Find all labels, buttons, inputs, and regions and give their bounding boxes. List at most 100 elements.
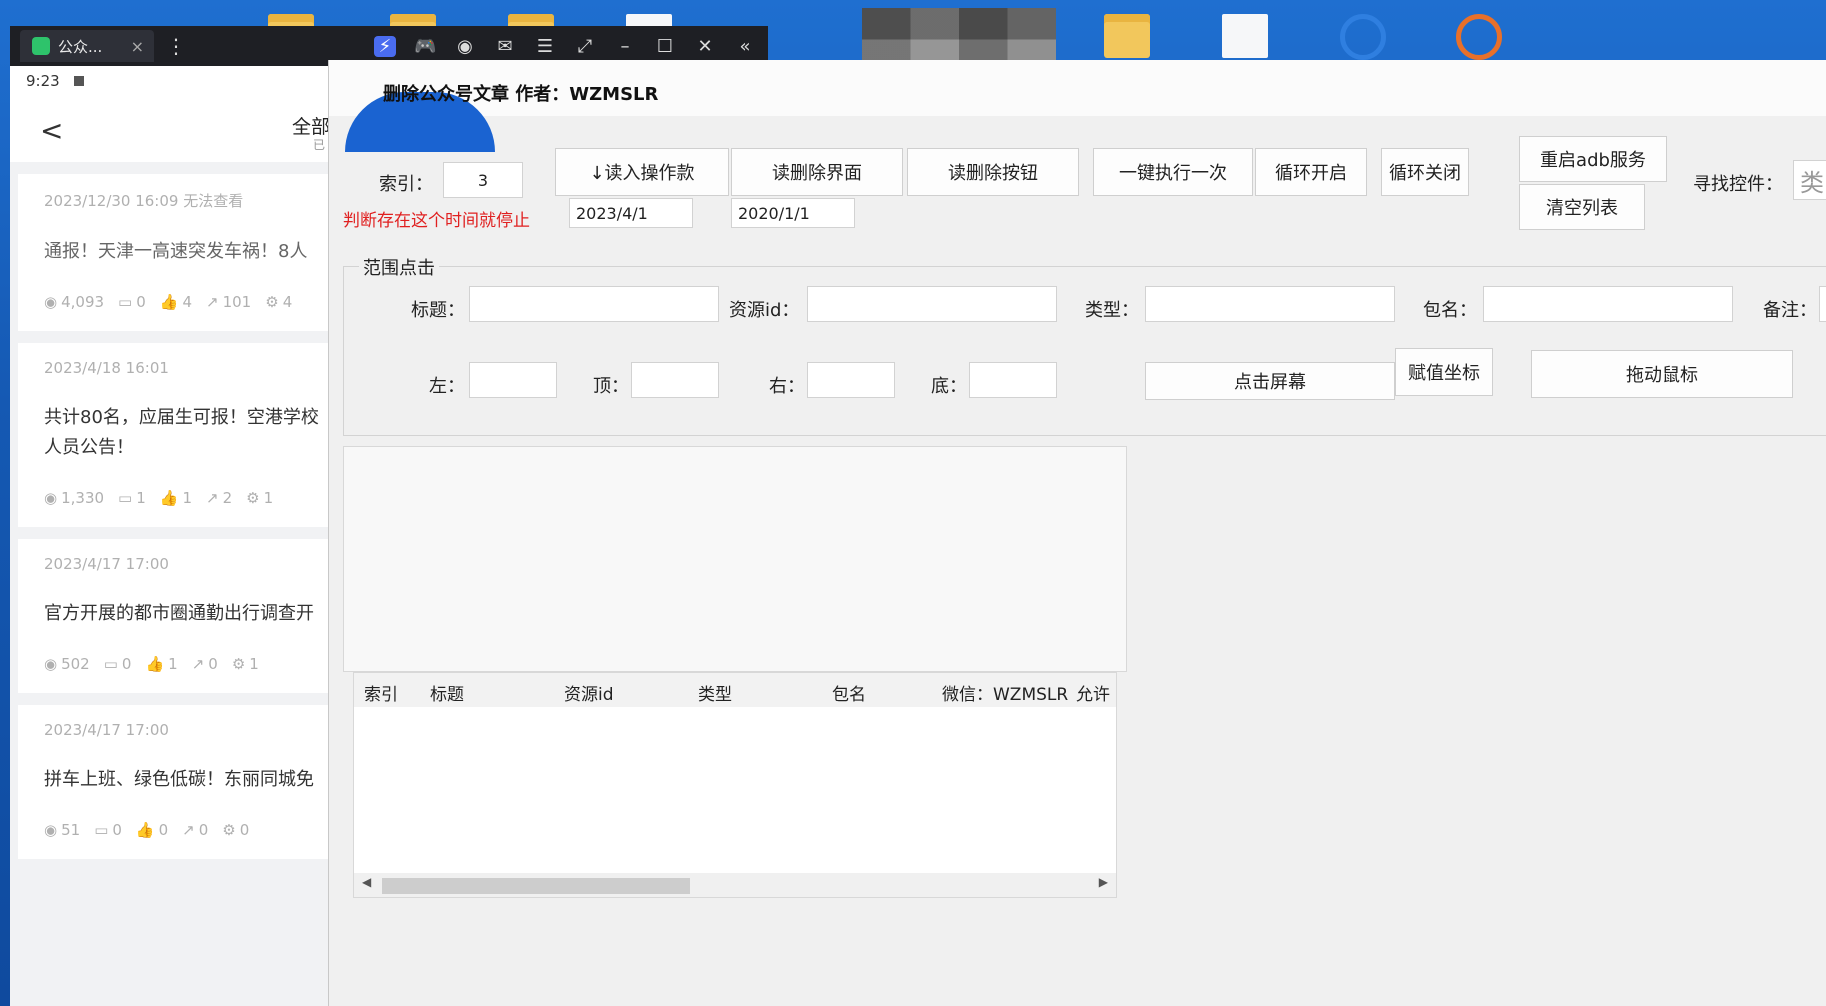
type-label: 类型：	[1085, 300, 1139, 321]
gear-icon: ⚙	[222, 821, 236, 839]
article-list-header: < 全部 已	[10, 96, 330, 162]
package-input[interactable]	[1483, 286, 1733, 322]
column-header[interactable]: 标题	[430, 680, 464, 705]
gear-icon: ⚙	[265, 293, 279, 311]
scroll-left-icon[interactable]: ◀	[362, 875, 371, 889]
horizontal-scrollbar[interactable]: ◀ ▶	[354, 873, 1116, 897]
like-icon: 👍	[159, 293, 179, 311]
preview-panel	[343, 446, 1127, 672]
share-icon: ↗	[191, 655, 205, 673]
comment-icon: ▭	[118, 489, 133, 507]
column-header[interactable]: 包名	[832, 680, 866, 705]
bottom-label: 底：	[931, 376, 967, 397]
gamepad-icon[interactable]: 🎮	[414, 36, 436, 57]
eye-icon: ◉	[44, 655, 58, 673]
column-header[interactable]: 资源id	[564, 680, 614, 705]
boost-icon[interactable]: ⚡	[374, 35, 396, 57]
column-header[interactable]: 微信：WZMSLR	[942, 680, 1068, 705]
maximize-icon[interactable]: ☐	[654, 36, 676, 57]
like-icon: 👍	[135, 821, 155, 839]
loop-on-button[interactable]: 循环开启	[1255, 148, 1367, 196]
article-date: 2023/4/18 16:01	[44, 359, 169, 377]
scrollbar-thumb[interactable]	[382, 878, 690, 894]
delete-articles-window: 删除公众号文章 作者：WZMSLR 索引： 3 判断存在这个时间就停止 2023…	[328, 60, 1826, 1006]
mail-icon[interactable]: ✉	[494, 36, 516, 57]
article-title[interactable]: 通报！天津一高速突发车祸！8人	[44, 237, 330, 267]
eye-icon: ◉	[44, 293, 58, 311]
collapse-icon[interactable]: «	[734, 36, 756, 57]
article-card[interactable]: 2023/4/18 16:01 共计80名，应届生可报！空港学校 人员公告！ ◉ 1…	[18, 343, 330, 527]
note-input[interactable]	[1819, 286, 1826, 322]
article-title[interactable]: 拼车上班、绿色低碳！东丽同城免	[44, 765, 330, 795]
wechat-app-icon	[32, 37, 50, 55]
minimize-icon[interactable]: –	[614, 36, 636, 57]
read-delete-ui-button[interactable]: 读删除界面	[731, 148, 903, 196]
note-label: 备注：	[1763, 300, 1817, 321]
eye-icon: ◉	[44, 821, 58, 839]
type-input[interactable]	[1145, 286, 1395, 322]
resource-id-label: 资源id：	[729, 300, 800, 321]
emulator-tab[interactable]: 公众... ×	[20, 30, 154, 62]
find-control-label: 寻找控件：	[1693, 174, 1783, 195]
close-icon[interactable]: ✕	[694, 36, 716, 57]
control-list[interactable]: 索引 标题 资源id 类型 包名 微信：WZMSLR 允许 ◀ ▶	[353, 672, 1117, 898]
stop-date-input[interactable]: 2023/4/1	[569, 198, 693, 228]
check-app-icon[interactable]	[1340, 14, 1386, 60]
resource-id-input[interactable]	[807, 286, 1057, 322]
like-icon: 👍	[145, 655, 165, 673]
article-stats: ◉ 502 ▭ 0 👍 1 ↗ 0 ⚙ 1	[44, 655, 259, 673]
close-icon[interactable]: ×	[131, 37, 144, 56]
title-label: 标题：	[411, 300, 465, 321]
run-once-button[interactable]: 一键执行一次	[1093, 148, 1253, 196]
title-input[interactable]	[469, 286, 719, 322]
scroll-right-icon[interactable]: ▶	[1099, 875, 1108, 889]
drag-mouse-button[interactable]: 拖动鼠标	[1531, 350, 1793, 398]
clear-list-button[interactable]: 清空列表	[1519, 184, 1645, 230]
column-header[interactable]: 类型	[698, 680, 732, 705]
menu-icon[interactable]: ☰	[534, 36, 556, 57]
start-date-input[interactable]: 2020/1/1	[731, 198, 855, 228]
user-icon[interactable]: ◉	[454, 36, 476, 57]
column-header[interactable]: 索引	[364, 680, 398, 705]
filter-all[interactable]: 全部	[292, 112, 330, 139]
phone-screen: 9:23 < 全部 已 2023/12/30 16:09 无法查看 通报！天津一…	[10, 66, 330, 1006]
bottom-input[interactable]	[969, 362, 1057, 398]
top-label: 顶：	[593, 376, 629, 397]
loop-off-button[interactable]: 循环关闭	[1381, 148, 1469, 196]
article-card[interactable]: 2023/12/30 16:09 无法查看 通报！天津一高速突发车祸！8人 ◉ 4…	[18, 174, 330, 331]
gear-icon: ⚙	[246, 489, 260, 507]
emulator-toolbar: ⚡ 🎮 ◉ ✉ ☰ ⤢ – ☐ ✕ «	[374, 35, 756, 57]
file-icon[interactable]	[1222, 14, 1268, 58]
article-card[interactable]: 2023/4/17 17:00 拼车上班、绿色低碳！东丽同城免 ◉ 51 ▭ 0 👍…	[18, 705, 330, 859]
article-card[interactable]: 2023/4/17 17:00 官方开展的都市圈通勤出行调查开 ◉ 502 ▭ 0 …	[18, 539, 330, 693]
article-date: 2023/4/17 17:00	[44, 555, 169, 573]
find-control-input[interactable]: 类	[1793, 160, 1826, 200]
right-input[interactable]	[807, 362, 895, 398]
click-screen-button[interactable]: 点击屏幕	[1145, 362, 1395, 400]
index-input[interactable]: 3	[443, 162, 523, 198]
gear-icon: ⚙	[231, 655, 246, 673]
article-title[interactable]: 官方开展的都市圈通勤出行调查开	[44, 599, 330, 629]
top-input[interactable]	[631, 362, 719, 398]
assign-coords-button[interactable]: 赋值坐标	[1395, 348, 1493, 396]
status-bar: 9:23	[10, 66, 330, 96]
share-icon: ↗	[206, 489, 219, 507]
eye-icon: ◉	[44, 489, 58, 507]
left-input[interactable]	[469, 362, 557, 398]
article-title[interactable]: 共计80名，应届生可报！空港学校 人员公告！	[44, 403, 330, 463]
restart-adb-button[interactable]: 重启adb服务	[1519, 136, 1667, 182]
article-date: 2023/4/17 17:00	[44, 721, 169, 739]
folder-icon[interactable]	[1104, 14, 1150, 58]
more-icon[interactable]: ⋮	[164, 34, 188, 58]
popout-icon[interactable]: ⤢	[574, 36, 596, 57]
share-icon: ↗	[182, 821, 195, 839]
article-stats: ◉ 51 ▭ 0 👍 0 ↗ 0 ⚙ 0	[44, 821, 250, 839]
back-icon[interactable]: <	[40, 114, 63, 147]
check-app-icon[interactable]	[1456, 14, 1502, 60]
package-label: 包名：	[1423, 300, 1477, 321]
article-stats: ◉ 1,330 ▭ 1 👍 1 ↗ 2 ⚙ 1	[44, 489, 274, 507]
read-steps-button[interactable]: ↓读入操作款	[555, 148, 729, 196]
read-delete-button-button[interactable]: 读删除按钮	[907, 148, 1079, 196]
article-stats: ◉ 4,093 ▭ 0 👍 4 ↗ 101 ⚙ 4	[44, 293, 293, 311]
column-header[interactable]: 允许	[1076, 680, 1110, 705]
